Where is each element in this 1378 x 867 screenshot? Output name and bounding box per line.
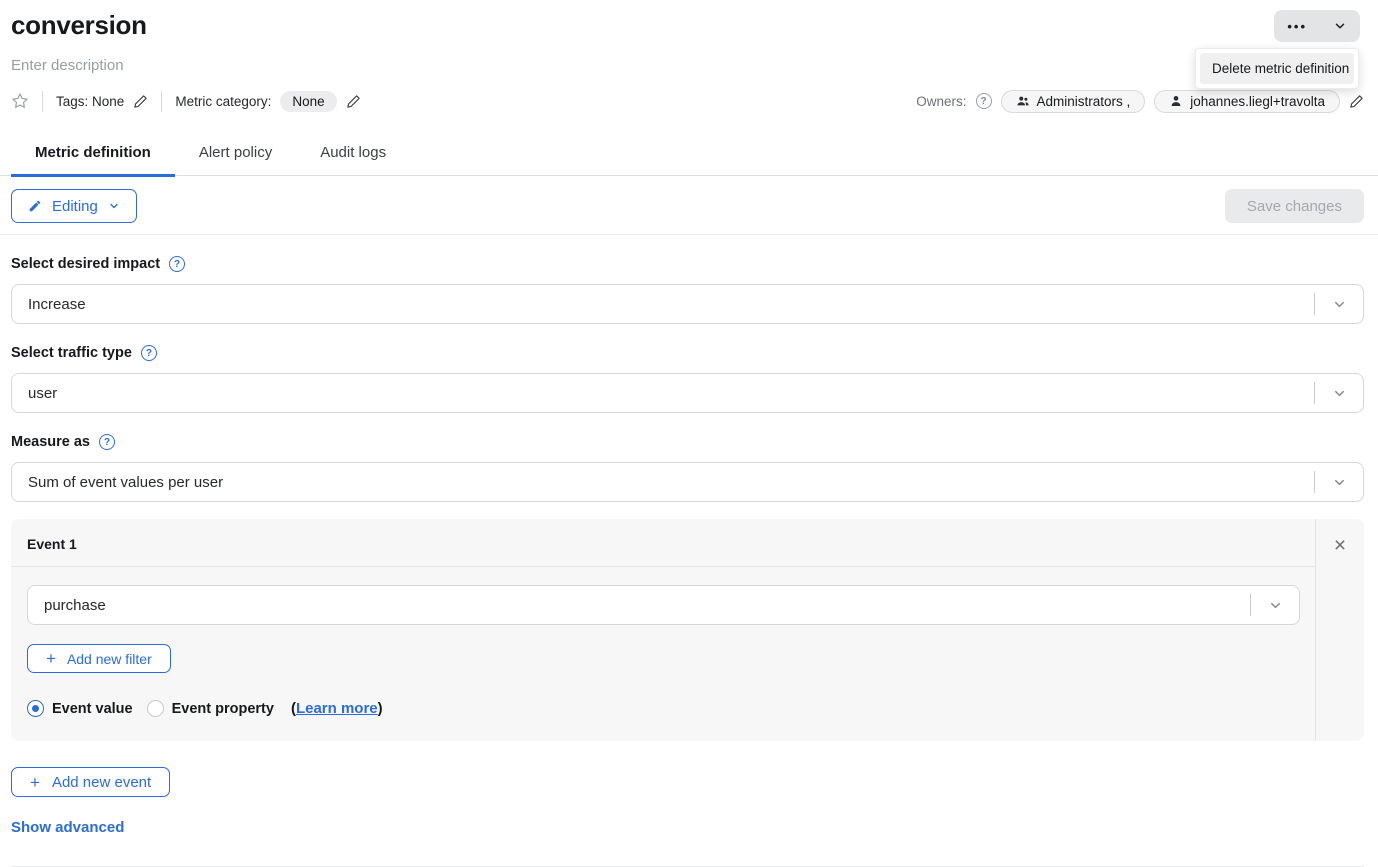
radio-event-value-label: Event value [52,701,133,717]
metric-definition-form: Select desired impact ? Increase Select … [0,256,1378,502]
traffic-type-select[interactable]: user [11,373,1364,413]
add-new-filter-label: Add new filter [67,651,152,667]
tags-label: Tags: None [56,94,124,109]
chevron-down-icon [1315,475,1363,490]
event-card-body: purchase + Add new filter Event value Ev… [11,567,1315,741]
page-title: conversion [11,10,147,41]
desired-impact-label: Select desired impact ? [11,256,1364,272]
traffic-type-label: Select traffic type ? [11,345,1364,361]
radio-event-value[interactable] [27,700,44,717]
divider [161,91,162,112]
metric-category-item: Metric category: None [175,91,360,112]
owner-name: Administrators , [1037,94,1131,109]
owner-pill-user[interactable]: johannes.liegl+travolta [1154,90,1340,113]
plus-icon: + [30,774,40,791]
edit-owners-icon[interactable] [1349,94,1364,109]
traffic-type-value: user [12,385,1314,402]
owners-help-icon[interactable]: ? [976,93,992,109]
more-actions-menu: Delete metric definition [1195,48,1359,89]
owner-pill-group[interactable]: Administrators , [1001,90,1146,113]
add-new-event-button[interactable]: + Add new event [11,767,170,797]
measure-as-value: Sum of event values per user [12,474,1314,491]
measure-as-help-icon[interactable]: ? [99,434,115,450]
event-measure-radio-group: Event value Event property (Learn more) [27,700,1300,717]
page-header: conversion ••• [0,0,1378,42]
add-new-filter-button[interactable]: + Add new filter [27,644,171,673]
tab-alert-policy[interactable]: Alert policy [175,134,296,175]
chevron-down-icon [1251,598,1299,613]
event-card-close-column: × [1316,519,1364,741]
pencil-icon [28,199,42,213]
favorite-star-icon[interactable] [11,92,29,110]
chevron-down-icon [108,200,120,212]
add-new-event-label: Add new event [52,774,151,791]
measure-as-select[interactable]: Sum of event values per user [11,462,1364,502]
owner-name: johannes.liegl+travolta [1190,94,1325,109]
metric-category-label: Metric category: [175,94,271,109]
event-select[interactable]: purchase [27,585,1300,625]
group-icon [1016,94,1030,108]
event-card: Event 1 purchase + Add new filter Event … [11,519,1364,741]
tags-item: Tags: None [56,94,148,109]
save-changes-button[interactable]: Save changes [1225,189,1364,223]
meta-left: Tags: None Metric category: None [11,91,361,112]
event-card-title: Event 1 [11,519,1315,567]
event-select-value: purchase [28,597,1250,614]
edit-toolbar: Editing Save changes [0,176,1378,235]
editing-label: Editing [52,198,98,215]
more-actions-button[interactable]: ••• [1274,10,1320,42]
tab-bar: Metric definition Alert policy Audit log… [0,134,1378,176]
event-card-main: Event 1 purchase + Add new filter Event … [11,519,1316,741]
edit-metric-category-icon[interactable] [346,94,361,109]
tab-metric-definition[interactable]: Metric definition [11,134,175,175]
divider [42,91,43,112]
description-placeholder[interactable]: Enter description [0,57,1378,74]
metric-category-value-pill[interactable]: None [280,91,336,112]
learn-more-link[interactable]: Learn more [296,700,378,717]
show-advanced-link[interactable]: Show advanced [11,819,124,836]
traffic-type-help-icon[interactable]: ? [141,345,157,361]
chevron-down-icon [1315,297,1363,312]
person-icon [1169,94,1183,108]
owners-row: Owners: ? Administrators , johannes.lieg… [916,90,1364,113]
ellipsis-icon: ••• [1287,20,1307,33]
desired-impact-select[interactable]: Increase [11,284,1364,324]
owners-label: Owners: [916,94,966,109]
menu-item-delete-metric-definition[interactable]: Delete metric definition [1200,53,1354,84]
editing-mode-button[interactable]: Editing [11,189,137,223]
chevron-down-icon [1315,386,1363,401]
chevron-down-icon [1333,19,1347,33]
more-actions-split-button: ••• [1274,10,1360,42]
radio-event-property-label: Event property [172,701,274,717]
close-icon[interactable]: × [1334,535,1346,556]
desired-impact-value: Increase [12,296,1314,313]
edit-tags-icon[interactable] [133,94,148,109]
desired-impact-help-icon[interactable]: ? [169,256,185,272]
radio-event-property[interactable] [147,700,164,717]
learn-more-wrap: (Learn more) [291,700,383,717]
more-actions-chevron-button[interactable] [1320,10,1360,42]
plus-icon: + [46,650,56,667]
meta-row: Tags: None Metric category: None Owners:… [0,89,1378,113]
measure-as-label: Measure as ? [11,434,1364,450]
tab-audit-logs[interactable]: Audit logs [296,134,410,175]
